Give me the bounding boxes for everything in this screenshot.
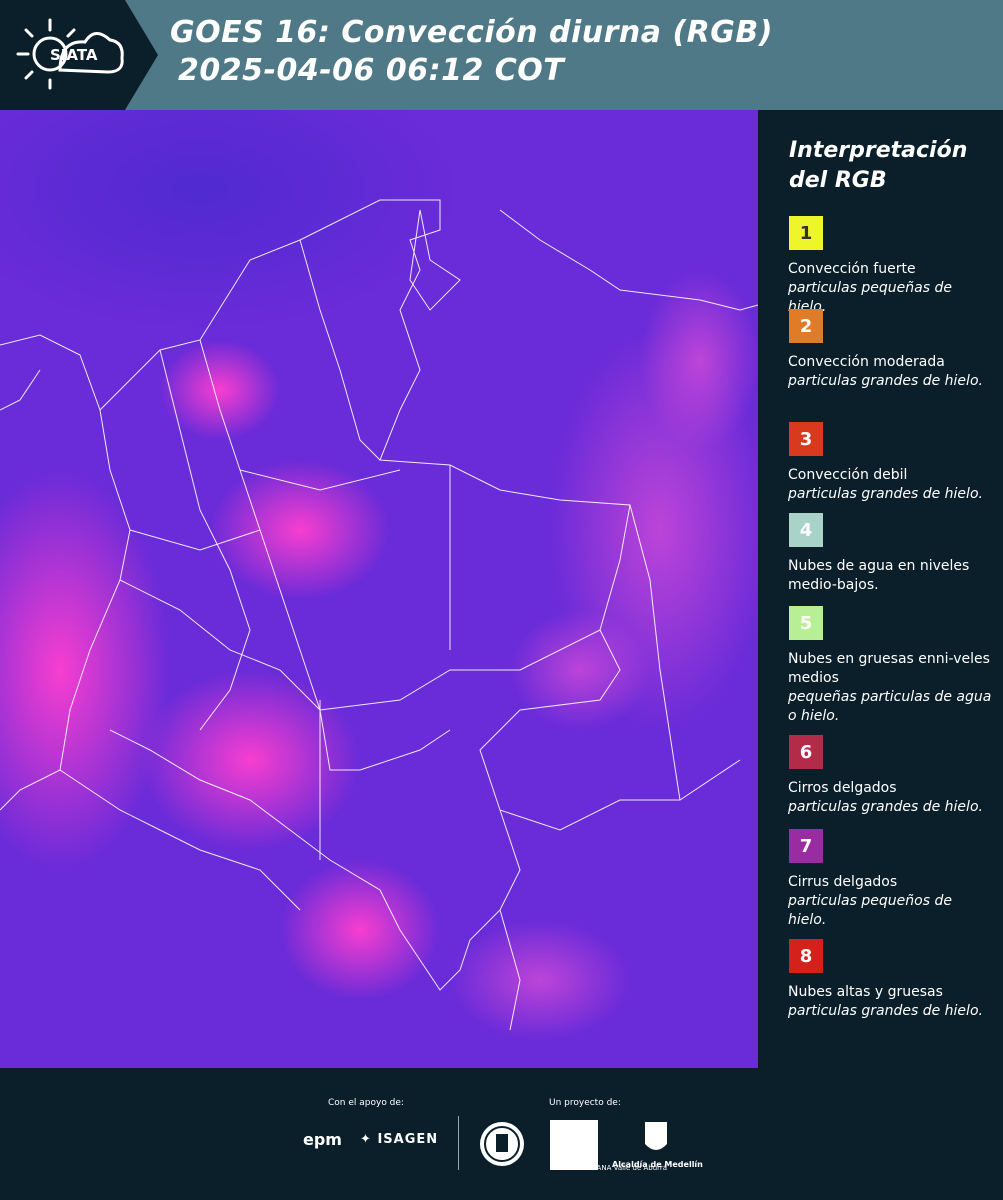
epm-logo: epm <box>303 1130 342 1149</box>
legend-swatch-5: 5 <box>789 606 823 640</box>
legend-item-8: 8 Nubes altas y gruesas particulas grand… <box>788 939 993 1021</box>
legend-swatch-6: 6 <box>789 735 823 769</box>
legend-name-1: Convección fuerte <box>788 261 916 277</box>
legend-item-6: 6 Cirros delgados particulas grandes de … <box>788 735 993 817</box>
footer-divider <box>458 1116 459 1170</box>
alcaldia-shield-icon <box>643 1120 669 1160</box>
legend-item-3: 3 Convección debil particulas grandes de… <box>788 422 993 504</box>
legend-desc-7: particulas pequeños de hielo. <box>788 893 952 928</box>
legend-item-5: 5 Nubes en gruesas enni-veles medios peq… <box>788 606 993 726</box>
legend-desc-8: particulas grandes de hielo. <box>788 1003 983 1019</box>
isagen-text: ISAGEN <box>377 1132 439 1147</box>
logo-text: SIATA <box>50 46 98 64</box>
legend-name-2: Convección moderada <box>788 354 945 370</box>
legend-swatch-3: 3 <box>789 422 823 456</box>
legend-swatch-8: 8 <box>789 939 823 973</box>
legend-name-6: Cirros delgados <box>788 780 897 796</box>
legend-desc-2: particulas grandes de hielo. <box>788 373 983 389</box>
isagen-logo: ✦ ISAGEN <box>360 1132 438 1147</box>
footer: Con el apoyo de: Un proyecto de: epm ✦ I… <box>0 1068 1003 1200</box>
legend-swatch-4: 4 <box>789 513 823 547</box>
legend-swatch-2: 2 <box>789 309 823 343</box>
legend-item-7: 7 Cirrus delgados particulas pequeños de… <box>788 829 993 930</box>
legend-item-2: 2 Convección moderada particulas grandes… <box>788 309 993 391</box>
isagen-star-icon: ✦ <box>360 1132 372 1147</box>
legend-item-1: 1 Convección fuerte particulas pequeñas … <box>788 216 993 317</box>
siata-logo: SIATA <box>0 0 160 110</box>
legend-panel: Interpretación del RGB 1 Convección fuer… <box>770 110 1003 1068</box>
seal-logo <box>478 1118 526 1174</box>
legend-name-4: Nubes de agua en niveles medio-bajos. <box>788 558 970 593</box>
title-line1: GOES 16: Convección diurna (RGB) <box>170 15 773 50</box>
page-title: GOES 16: Convección diurna (RGB) 2025-04… <box>170 14 773 90</box>
legend-swatch-1: 1 <box>789 216 823 250</box>
legend-desc-5: pequeñas particulas de agua o hielo. <box>788 689 992 724</box>
legend-item-4: 4 Nubes de agua en niveles medio-bajos. <box>788 513 993 595</box>
alcaldia-text: Alcaldía de Medellín <box>612 1160 703 1169</box>
legend-name-7: Cirrus delgados <box>788 874 898 890</box>
legend-swatch-7: 7 <box>789 829 823 863</box>
legend-name-3: Convección debil <box>788 467 908 483</box>
legend-title: Interpretación del RGB <box>789 138 968 193</box>
legend-name-8: Nubes altas y gruesas <box>788 984 943 1000</box>
legend-desc-6: particulas grandes de hielo. <box>788 799 983 815</box>
header-bar: SIATA GOES 16: Convección diurna (RGB) 2… <box>0 0 1003 110</box>
legend-name-5: Nubes en gruesas enni-veles medios <box>788 651 990 686</box>
legend-desc-3: particulas grandes de hielo. <box>788 486 983 502</box>
area-metropolitana-logo <box>550 1120 598 1170</box>
satellite-map <box>0 110 758 1068</box>
project-label: Un proyecto de: <box>549 1098 621 1108</box>
support-label: Con el apoyo de: <box>328 1098 404 1108</box>
title-line2: 2025-04-06 06:12 COT <box>178 53 565 88</box>
